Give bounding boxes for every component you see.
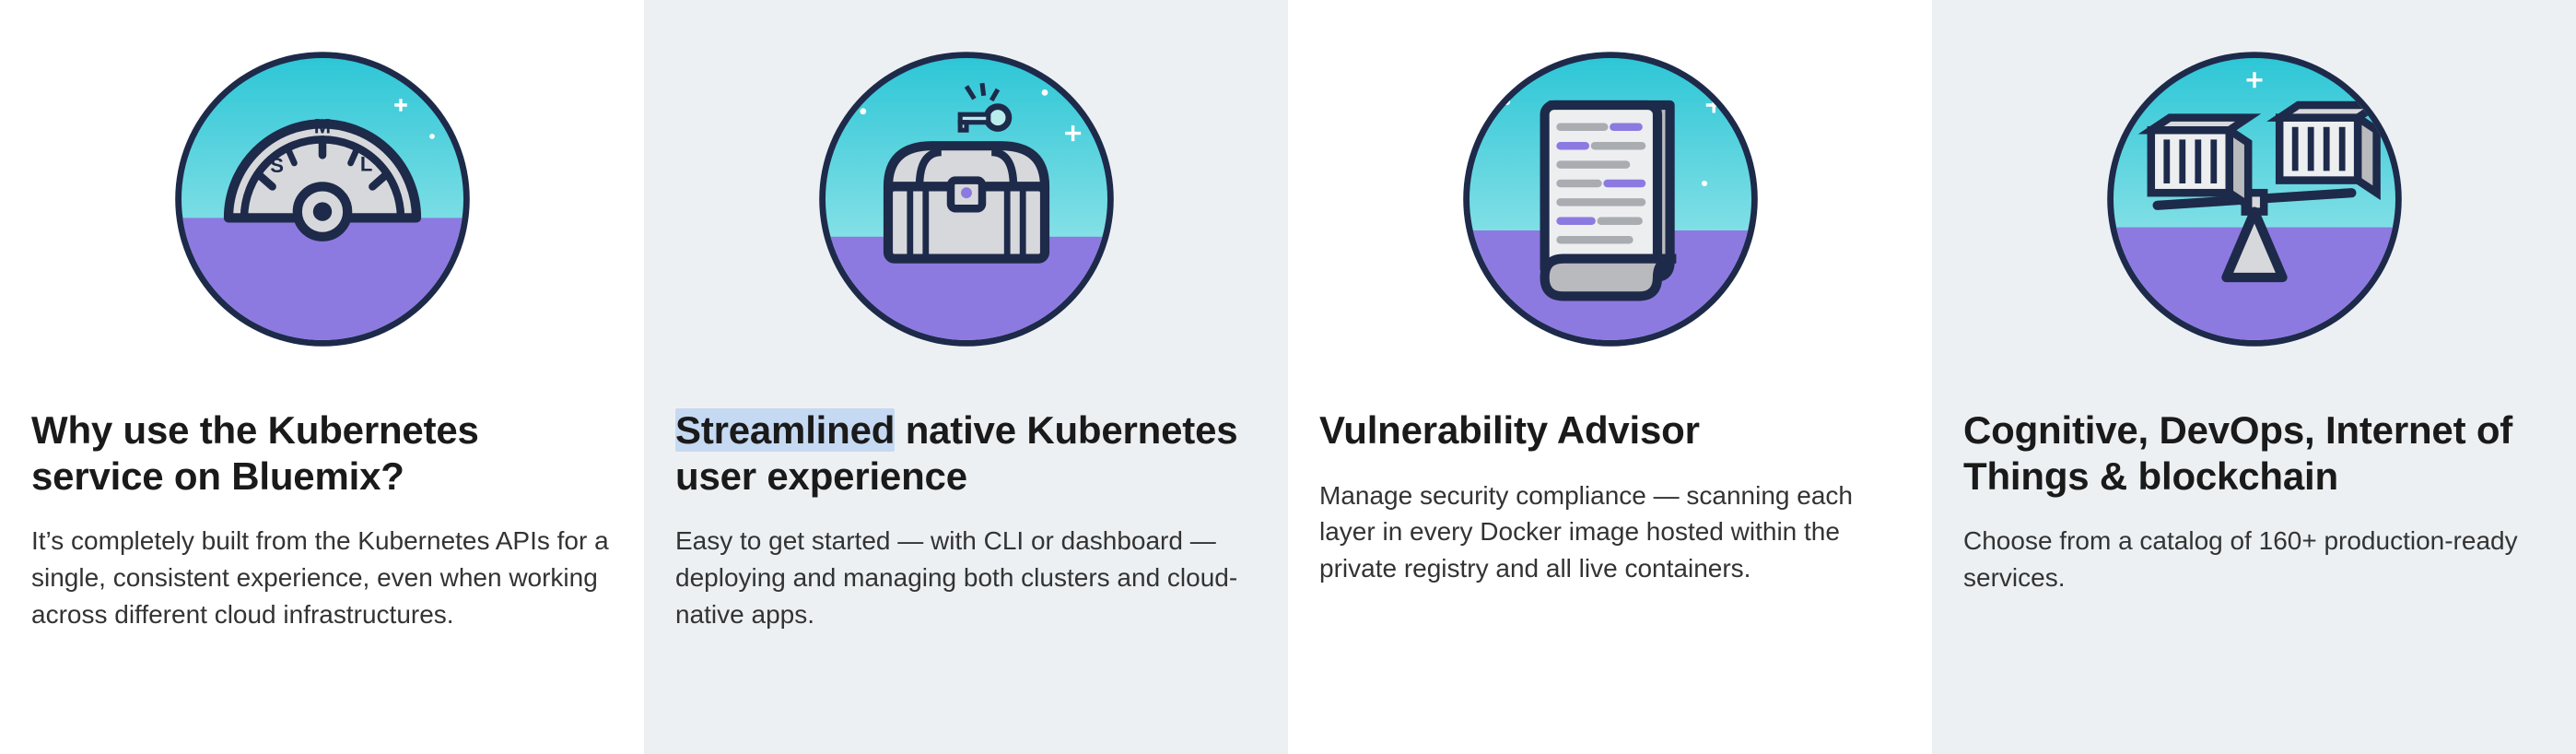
svg-text:S: S [270,154,284,177]
feature-title: Vulnerability Advisor [1319,407,1700,454]
balance-containers-icon [2098,42,2411,356]
features-row: S M L Why use the Kubernetes service on … [0,0,2576,754]
feature-title: Cognitive, DevOps, Internet of Things & … [1963,407,2545,499]
feature-card-cognitive-devops: Cognitive, DevOps, Internet of Things & … [1932,0,2576,754]
svg-text:L: L [359,152,371,175]
feature-body: Manage security compliance — scanning ea… [1319,477,1901,587]
feature-body: Choose from a catalog of 160+ production… [1963,523,2545,596]
feature-title: Why use the Kubernetes service on Bluemi… [31,407,613,499]
svg-text:M: M [313,115,330,138]
document-scroll-icon [1454,42,1767,356]
treasure-chest-icon [810,42,1123,356]
feature-body: Easy to get started — with CLI or dashbo… [675,523,1257,632]
feature-card-streamlined: Streamlined native Kubernetes user exper… [644,0,1288,754]
gauge-icon: S M L [166,42,479,356]
feature-card-vulnerability-advisor: Vulnerability Advisor Manage security co… [1288,0,1932,754]
feature-body: It’s completely built from the Kubernete… [31,523,613,632]
highlighted-text: Streamlined [675,408,895,452]
feature-title: Streamlined native Kubernetes user exper… [675,407,1257,499]
feature-card-why-kubernetes: S M L Why use the Kubernetes service on … [0,0,644,754]
